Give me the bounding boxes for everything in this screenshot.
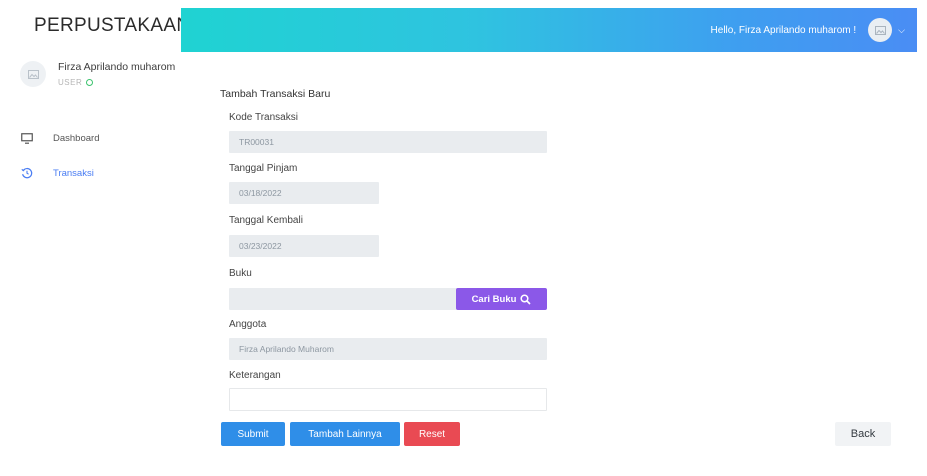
sidebar-item-transaksi[interactable]: Transaksi [20, 165, 94, 181]
search-icon [520, 293, 532, 305]
user-avatar-button[interactable] [868, 18, 893, 42]
tanggal-pinjam-field[interactable]: 03/18/2022 [229, 182, 379, 204]
monitor-icon [20, 131, 34, 145]
avatar [20, 61, 46, 87]
back-button[interactable]: Back [835, 422, 891, 446]
buku-field[interactable] [229, 288, 459, 310]
tanggal-kembali-field[interactable]: 03/23/2022 [229, 235, 379, 257]
submit-button[interactable]: Submit [221, 422, 285, 446]
tanggal-pinjam-label: Tanggal Pinjam [229, 163, 298, 174]
keterangan-label: Keterangan [229, 370, 281, 381]
sidebar-profile: Firza Aprilando muharom USER [20, 58, 190, 98]
image-placeholder-icon [874, 25, 886, 35]
sidebar-item-dashboard[interactable]: Dashboard [20, 130, 99, 146]
profile-role-label: USER [58, 78, 83, 87]
image-placeholder-icon [27, 69, 39, 79]
profile-role: USER [58, 78, 94, 87]
history-icon [20, 166, 34, 180]
keterangan-field[interactable] [229, 388, 547, 411]
profile-name: Firza Aprilando muharom [58, 61, 176, 73]
reset-button[interactable]: Reset [404, 422, 460, 446]
tambah-lainnya-button[interactable]: Tambah Lainnya [290, 422, 400, 446]
kode-transaksi-field[interactable]: TR00031 [229, 131, 547, 153]
chevron-down-icon[interactable]: ⌵ [898, 25, 905, 36]
anggota-field[interactable]: Firza Aprilando Muharom [229, 338, 547, 360]
cari-buku-button[interactable]: Cari Buku [456, 288, 547, 310]
form-title: Tambah Transaksi Baru [220, 88, 331, 100]
cari-buku-label: Cari Buku [471, 293, 517, 305]
sidebar-item-label: Transaksi [53, 167, 94, 179]
sidebar-item-label: Dashboard [53, 132, 100, 144]
anggota-label: Anggota [229, 319, 267, 330]
top-navbar: Hello, Firza Aprilando muharom ! ⌵ [181, 8, 917, 52]
tanggal-kembali-label: Tanggal Kembali [229, 215, 303, 226]
user-greeting: Hello, Firza Aprilando muharom ! [710, 24, 857, 36]
kode-transaksi-label: Kode Transaksi [229, 112, 298, 123]
buku-label: Buku [229, 268, 252, 279]
online-status-icon [86, 79, 94, 86]
brand-title[interactable]: PERPUSTAKAAN [0, 0, 190, 52]
